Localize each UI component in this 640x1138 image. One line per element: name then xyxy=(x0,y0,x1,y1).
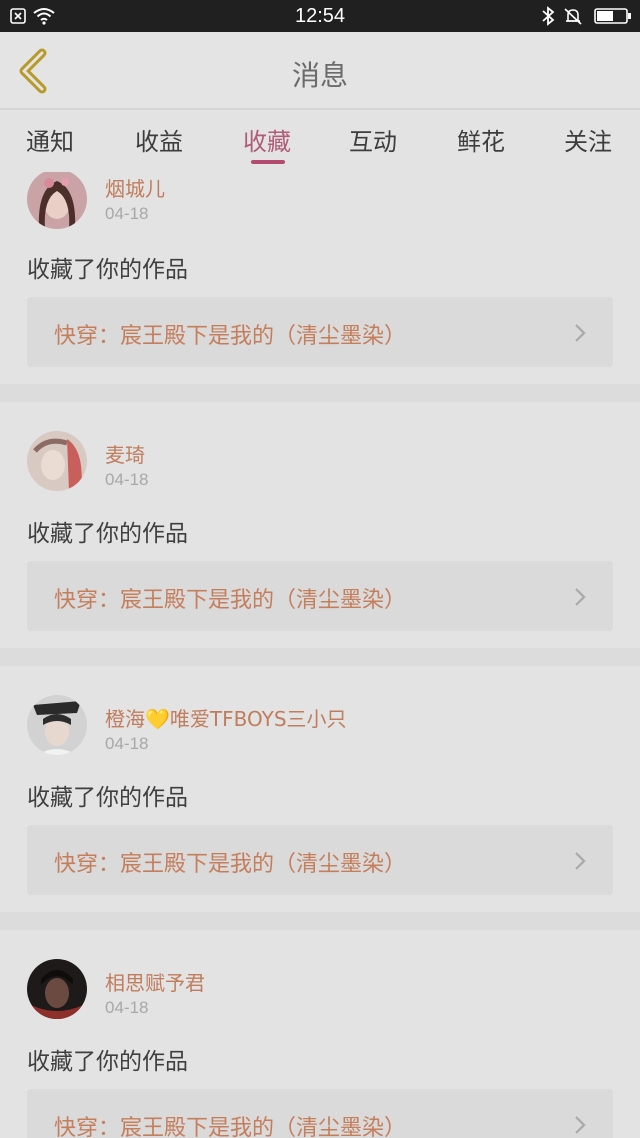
chevron-right-icon xyxy=(575,852,586,870)
message-date: 04-18 xyxy=(105,470,149,489)
active-tab-indicator xyxy=(251,160,285,164)
work-link[interactable]: 快穿：宸王殿下是我的（清尘墨染） xyxy=(27,1089,613,1138)
message-item: 橙海💛唯爱TFBOYS三小只 04-18 收藏了你的作品 快穿：宸王殿下是我的（… xyxy=(0,666,640,895)
tab-follows[interactable]: 关注 xyxy=(543,122,633,157)
message-date: 04-18 xyxy=(105,734,149,753)
tab-earnings[interactable]: 收益 xyxy=(114,122,204,157)
tab-notifications[interactable]: 通知 xyxy=(5,122,95,157)
username[interactable]: 麦琦 xyxy=(105,439,145,468)
chevron-right-icon xyxy=(575,324,586,342)
bluetooth-icon xyxy=(542,6,555,26)
chevron-right-icon xyxy=(575,1116,586,1134)
avatar[interactable] xyxy=(27,172,87,229)
message-list: 烟城儿 04-18 收藏了你的作品 快穿：宸王殿下是我的（清尘墨染） 麦琦 04… xyxy=(0,172,640,1138)
avatar[interactable] xyxy=(27,959,87,1019)
message-date: 04-18 xyxy=(105,204,149,223)
username[interactable]: 相思赋予君 xyxy=(105,967,205,996)
message-item: 相思赋予君 04-18 收藏了你的作品 快穿：宸王殿下是我的（清尘墨染） xyxy=(0,930,640,1138)
message-date: 04-18 xyxy=(105,998,149,1017)
status-bar: 12:54 xyxy=(0,0,640,32)
work-title: 快穿：宸王殿下是我的（清尘墨染） xyxy=(54,324,407,349)
nav-bar: 消息 xyxy=(0,32,640,110)
work-link[interactable]: 快穿：宸王殿下是我的（清尘墨染） xyxy=(27,825,613,895)
work-title: 快穿：宸王殿下是我的（清尘墨染） xyxy=(54,1116,407,1138)
username[interactable]: 烟城儿 xyxy=(105,173,165,202)
message-text: 收藏了你的作品 xyxy=(27,785,188,811)
avatar[interactable] xyxy=(27,431,87,491)
chevron-right-icon xyxy=(575,588,586,606)
tab-interactions[interactable]: 互动 xyxy=(328,122,418,157)
divider xyxy=(0,648,640,666)
battery-icon xyxy=(594,8,631,24)
divider xyxy=(0,384,640,402)
tab-favorites[interactable]: 收藏 xyxy=(222,122,312,157)
message-text: 收藏了你的作品 xyxy=(27,257,188,283)
work-link[interactable]: 快穿：宸王殿下是我的（清尘墨染） xyxy=(27,297,613,367)
tab-flowers[interactable]: 鲜花 xyxy=(436,122,526,157)
work-title: 快穿：宸王殿下是我的（清尘墨染） xyxy=(54,588,407,613)
message-item: 烟城儿 04-18 收藏了你的作品 快穿：宸王殿下是我的（清尘墨染） xyxy=(0,172,640,384)
avatar[interactable] xyxy=(27,695,87,755)
work-title: 快穿：宸王殿下是我的（清尘墨染） xyxy=(54,852,407,877)
username[interactable]: 橙海💛唯爱TFBOYS三小只 xyxy=(105,703,347,732)
page-title: 消息 xyxy=(291,59,348,92)
message-text: 收藏了你的作品 xyxy=(27,1049,188,1075)
bell-muted-icon xyxy=(564,8,582,25)
work-link[interactable]: 快穿：宸王殿下是我的（清尘墨染） xyxy=(27,561,613,631)
message-text: 收藏了你的作品 xyxy=(27,521,188,547)
divider xyxy=(0,912,640,930)
tab-bar: 通知 收益 收藏 互动 鲜花 关注 xyxy=(0,110,640,172)
message-item: 麦琦 04-18 收藏了你的作品 快穿：宸王殿下是我的（清尘墨染） xyxy=(0,402,640,631)
